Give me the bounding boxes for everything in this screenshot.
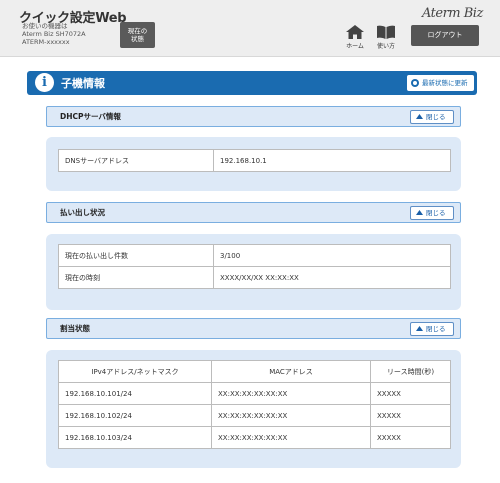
brand-logo: Aterm Biz — [422, 6, 483, 21]
page-banner: i 子機情報 最新状態に更新 — [27, 71, 477, 95]
current-status-label-2: 状態 — [131, 35, 144, 43]
lease-count-value: 3/100 — [213, 244, 451, 267]
manual-label: 使い方 — [376, 43, 395, 50]
col-header-mac: MACアドレス — [211, 360, 371, 383]
ip-cell: 192.168.10.102/24 — [58, 404, 212, 427]
lease-time-cell: XXXXX — [370, 426, 451, 449]
current-time-label: 現在の時刻 — [58, 266, 214, 289]
device-label: お使いの機器は — [22, 22, 68, 30]
section-body-dhcp: DNSサーバアドレス 192.168.10.1 — [46, 137, 461, 191]
refresh-label: 最新状態に更新 — [422, 79, 468, 87]
refresh-button[interactable]: 最新状態に更新 — [407, 75, 474, 91]
device-id: ATERM-xxxxxx — [22, 38, 70, 46]
table-row: 現在の時刻 XXXX/XX/XX XX:XX:XX — [58, 266, 451, 289]
mac-cell: XX:XX:XX:XX:XX:XX — [211, 382, 371, 405]
close-button-lease[interactable]: 閉じる — [410, 206, 454, 220]
dns-value: 192.168.10.1 — [213, 149, 451, 172]
assign-table: IPv4アドレス/ネットマスク MACアドレス リース時間(秒) 192.168… — [58, 360, 451, 449]
book-icon — [377, 25, 395, 39]
section-title-lease: 払い出し状況 — [60, 208, 105, 217]
col-header-lease-time: リース時間(秒) — [370, 360, 451, 383]
app-header: クイック設定Web お使いの機器は Aterm Biz SH7072A ATER… — [0, 0, 500, 57]
close-label-assign: 閉じる — [426, 325, 446, 333]
info-icon: i — [35, 73, 54, 92]
section-body-assign: IPv4アドレス/ネットマスク MACアドレス リース時間(秒) 192.168… — [46, 350, 461, 468]
device-model: Aterm Biz SH7072A — [22, 30, 86, 38]
section-title-dhcp: DHCPサーバ情報 — [60, 112, 121, 121]
logout-button[interactable]: ログアウト — [411, 25, 479, 46]
ip-cell: 192.168.10.101/24 — [58, 382, 212, 405]
lease-time-cell: XXXXX — [370, 382, 451, 405]
close-label-dhcp: 閉じる — [426, 113, 446, 121]
manual-button[interactable]: 使い方 — [374, 25, 398, 51]
chevron-up-icon — [416, 114, 423, 119]
lease-table: 現在の払い出し件数 3/100 現在の時刻 XXXX/XX/XX XX:XX:X… — [58, 244, 451, 289]
table-header-row: IPv4アドレス/ネットマスク MACアドレス リース時間(秒) — [58, 360, 451, 383]
section-header-dhcp: DHCPサーバ情報 閉じる — [46, 106, 461, 127]
chevron-up-icon — [416, 326, 423, 331]
ip-cell: 192.168.10.103/24 — [58, 426, 212, 449]
refresh-icon — [411, 79, 419, 87]
home-button[interactable]: ホーム — [343, 25, 367, 51]
lease-time-cell: XXXXX — [370, 404, 451, 427]
table-row: 現在の払い出し件数 3/100 — [58, 244, 451, 267]
dns-label: DNSサーバアドレス — [58, 149, 214, 172]
close-button-dhcp[interactable]: 閉じる — [410, 110, 454, 124]
page-title: 子機情報 — [61, 77, 105, 90]
table-row: 192.168.10.103/24 XX:XX:XX:XX:XX:XX XXXX… — [58, 426, 451, 449]
dhcp-table: DNSサーバアドレス 192.168.10.1 — [58, 149, 451, 172]
current-time-value: XXXX/XX/XX XX:XX:XX — [213, 266, 451, 289]
chevron-up-icon — [416, 210, 423, 215]
current-status-label-1: 現在の — [127, 27, 148, 35]
section-title-assign: 割当状態 — [60, 324, 90, 333]
lease-count-label: 現在の払い出し件数 — [58, 244, 214, 267]
section-header-assign: 割当状態 閉じる — [46, 318, 461, 339]
table-row: 192.168.10.101/24 XX:XX:XX:XX:XX:XX XXXX… — [58, 382, 451, 405]
current-status-button[interactable]: 現在の 状態 — [120, 22, 155, 48]
home-icon — [346, 25, 364, 39]
section-header-lease: 払い出し状況 閉じる — [46, 202, 461, 223]
close-label-lease: 閉じる — [426, 209, 446, 217]
home-label: ホーム — [346, 43, 364, 50]
section-body-lease: 現在の払い出し件数 3/100 現在の時刻 XXXX/XX/XX XX:XX:X… — [46, 234, 461, 310]
close-button-assign[interactable]: 閉じる — [410, 322, 454, 336]
table-row: DNSサーバアドレス 192.168.10.1 — [58, 149, 451, 172]
mac-cell: XX:XX:XX:XX:XX:XX — [211, 404, 371, 427]
table-row: 192.168.10.102/24 XX:XX:XX:XX:XX:XX XXXX… — [58, 404, 451, 427]
col-header-ip: IPv4アドレス/ネットマスク — [58, 360, 212, 383]
mac-cell: XX:XX:XX:XX:XX:XX — [211, 426, 371, 449]
